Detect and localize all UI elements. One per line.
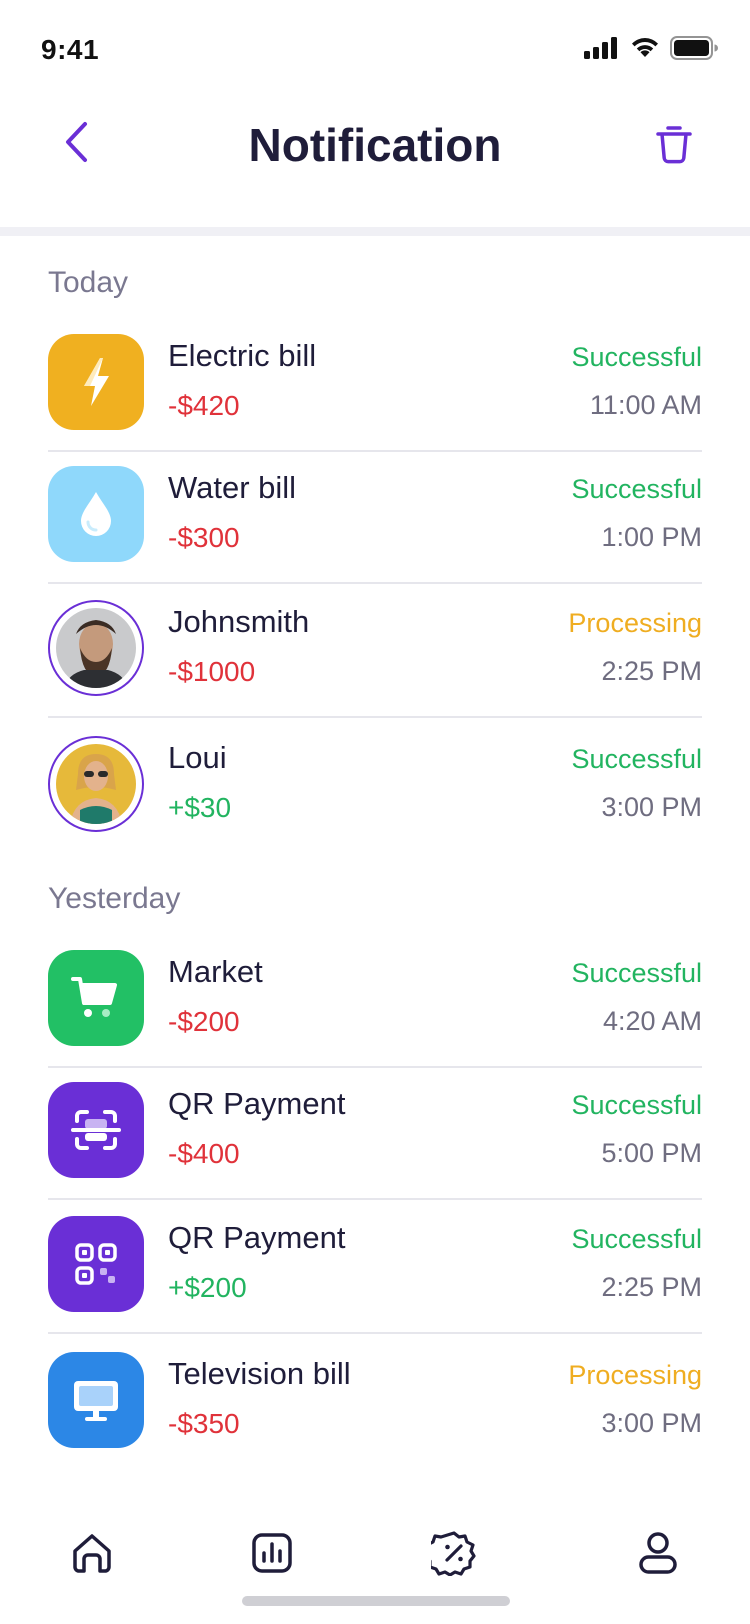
profile-icon [639,1532,677,1574]
item-status: Successful [571,744,702,774]
market-icon-box [48,950,144,1046]
status-icons [584,36,718,60]
status-bar: 9:41 [0,0,750,100]
item-title: Johnsmith [168,604,310,639]
delete-all-button[interactable] [650,120,698,168]
chart-icon [252,1533,292,1573]
page-title: Notification [248,119,502,171]
item-amount: -$1000 [168,656,256,687]
item-title: Electric bill [168,338,317,373]
item-amount: +$200 [168,1272,247,1303]
status-time: 9:41 [41,34,100,65]
notification-item[interactable]: Market -$200 Successful 4:20 AM [48,950,702,1086]
item-status: Successful [571,474,702,504]
item-status: Successful [571,342,702,372]
notification-item[interactable]: Johnsmith -$1000 Processing 2:25 PM [48,600,702,736]
row-divider [48,582,702,584]
item-amount: -$200 [168,1006,240,1037]
notification-item[interactable]: QR Payment +$200 Successful 2:25 PM [48,1216,702,1352]
item-time: 2:25 PM [601,656,702,686]
wifi-icon [632,38,658,57]
trash-icon [656,126,692,164]
notification-item[interactable]: QR Payment -$400 Successful 5:00 PM [48,1082,702,1218]
item-amount: +$30 [168,792,232,823]
scan-icon [71,1110,121,1150]
item-status: Successful [571,1090,702,1120]
item-time: 3:00 PM [601,792,702,822]
discount-icon [431,1531,476,1576]
item-title: Television bill [168,1356,351,1391]
water-drop-icon [81,492,111,536]
row-divider [48,1332,702,1334]
item-title: Water bill [168,470,297,505]
qr-payment-icon-box [48,1216,144,1312]
item-status: Successful [571,1224,702,1254]
item-title: QR Payment [168,1086,346,1121]
item-title: Market [168,954,263,989]
item-time: 3:00 PM [601,1408,702,1438]
item-title: QR Payment [168,1220,346,1255]
item-time: 5:00 PM [601,1138,702,1168]
signal-icon [584,37,617,59]
notification-item[interactable]: Loui +$30 Successful 3:00 PM [48,736,702,872]
item-amount: -$400 [168,1138,240,1169]
item-amount: -$420 [168,390,240,421]
avatar-johnsmith [56,608,136,688]
section-label-today: Today [48,266,129,299]
electric-bill-icon-box [48,334,144,430]
item-status: Successful [571,958,702,988]
avatar-loui [56,744,136,824]
television-bill-icon-box [48,1352,144,1448]
water-bill-icon-box [48,466,144,562]
row-divider [48,716,702,718]
header-divider [0,227,750,236]
item-time: 2:25 PM [601,1272,702,1302]
item-time: 1:00 PM [601,522,702,552]
notification-list[interactable]: Today Electric bill -$420 Successful 11:… [0,236,750,1483]
item-amount: -$350 [168,1408,240,1439]
avatar [48,736,144,832]
lightning-icon [84,358,109,406]
avatar [48,600,144,696]
nav-home[interactable] [66,1527,118,1579]
item-status: Processing [568,1360,702,1390]
nav-profile[interactable] [632,1527,684,1579]
item-amount: -$300 [168,522,240,553]
home-icon [73,1534,111,1573]
item-time: 4:20 AM [602,1006,702,1036]
home-indicator[interactable] [242,1596,510,1606]
qr-payment-icon-box [48,1082,144,1178]
row-divider [48,1066,702,1068]
header: Notification [0,100,750,228]
cart-icon [71,977,117,1017]
row-divider [48,1198,702,1200]
notification-item[interactable]: Television bill -$350 Processing 3:00 PM [48,1352,702,1483]
row-divider [48,450,702,452]
item-title: Loui [168,740,227,775]
qr-code-icon [75,1243,117,1285]
item-time: 11:00 AM [589,390,702,420]
item-status: Processing [568,608,702,638]
section-label-yesterday: Yesterday [48,882,181,915]
notification-item[interactable]: Electric bill -$420 Successful 11:00 AM [48,334,702,470]
battery-icon [670,36,718,60]
nav-promotions[interactable] [428,1527,480,1579]
notification-item[interactable]: Water bill -$300 Successful 1:00 PM [48,466,702,602]
monitor-icon [74,1381,118,1421]
nav-statistics[interactable] [246,1527,298,1579]
